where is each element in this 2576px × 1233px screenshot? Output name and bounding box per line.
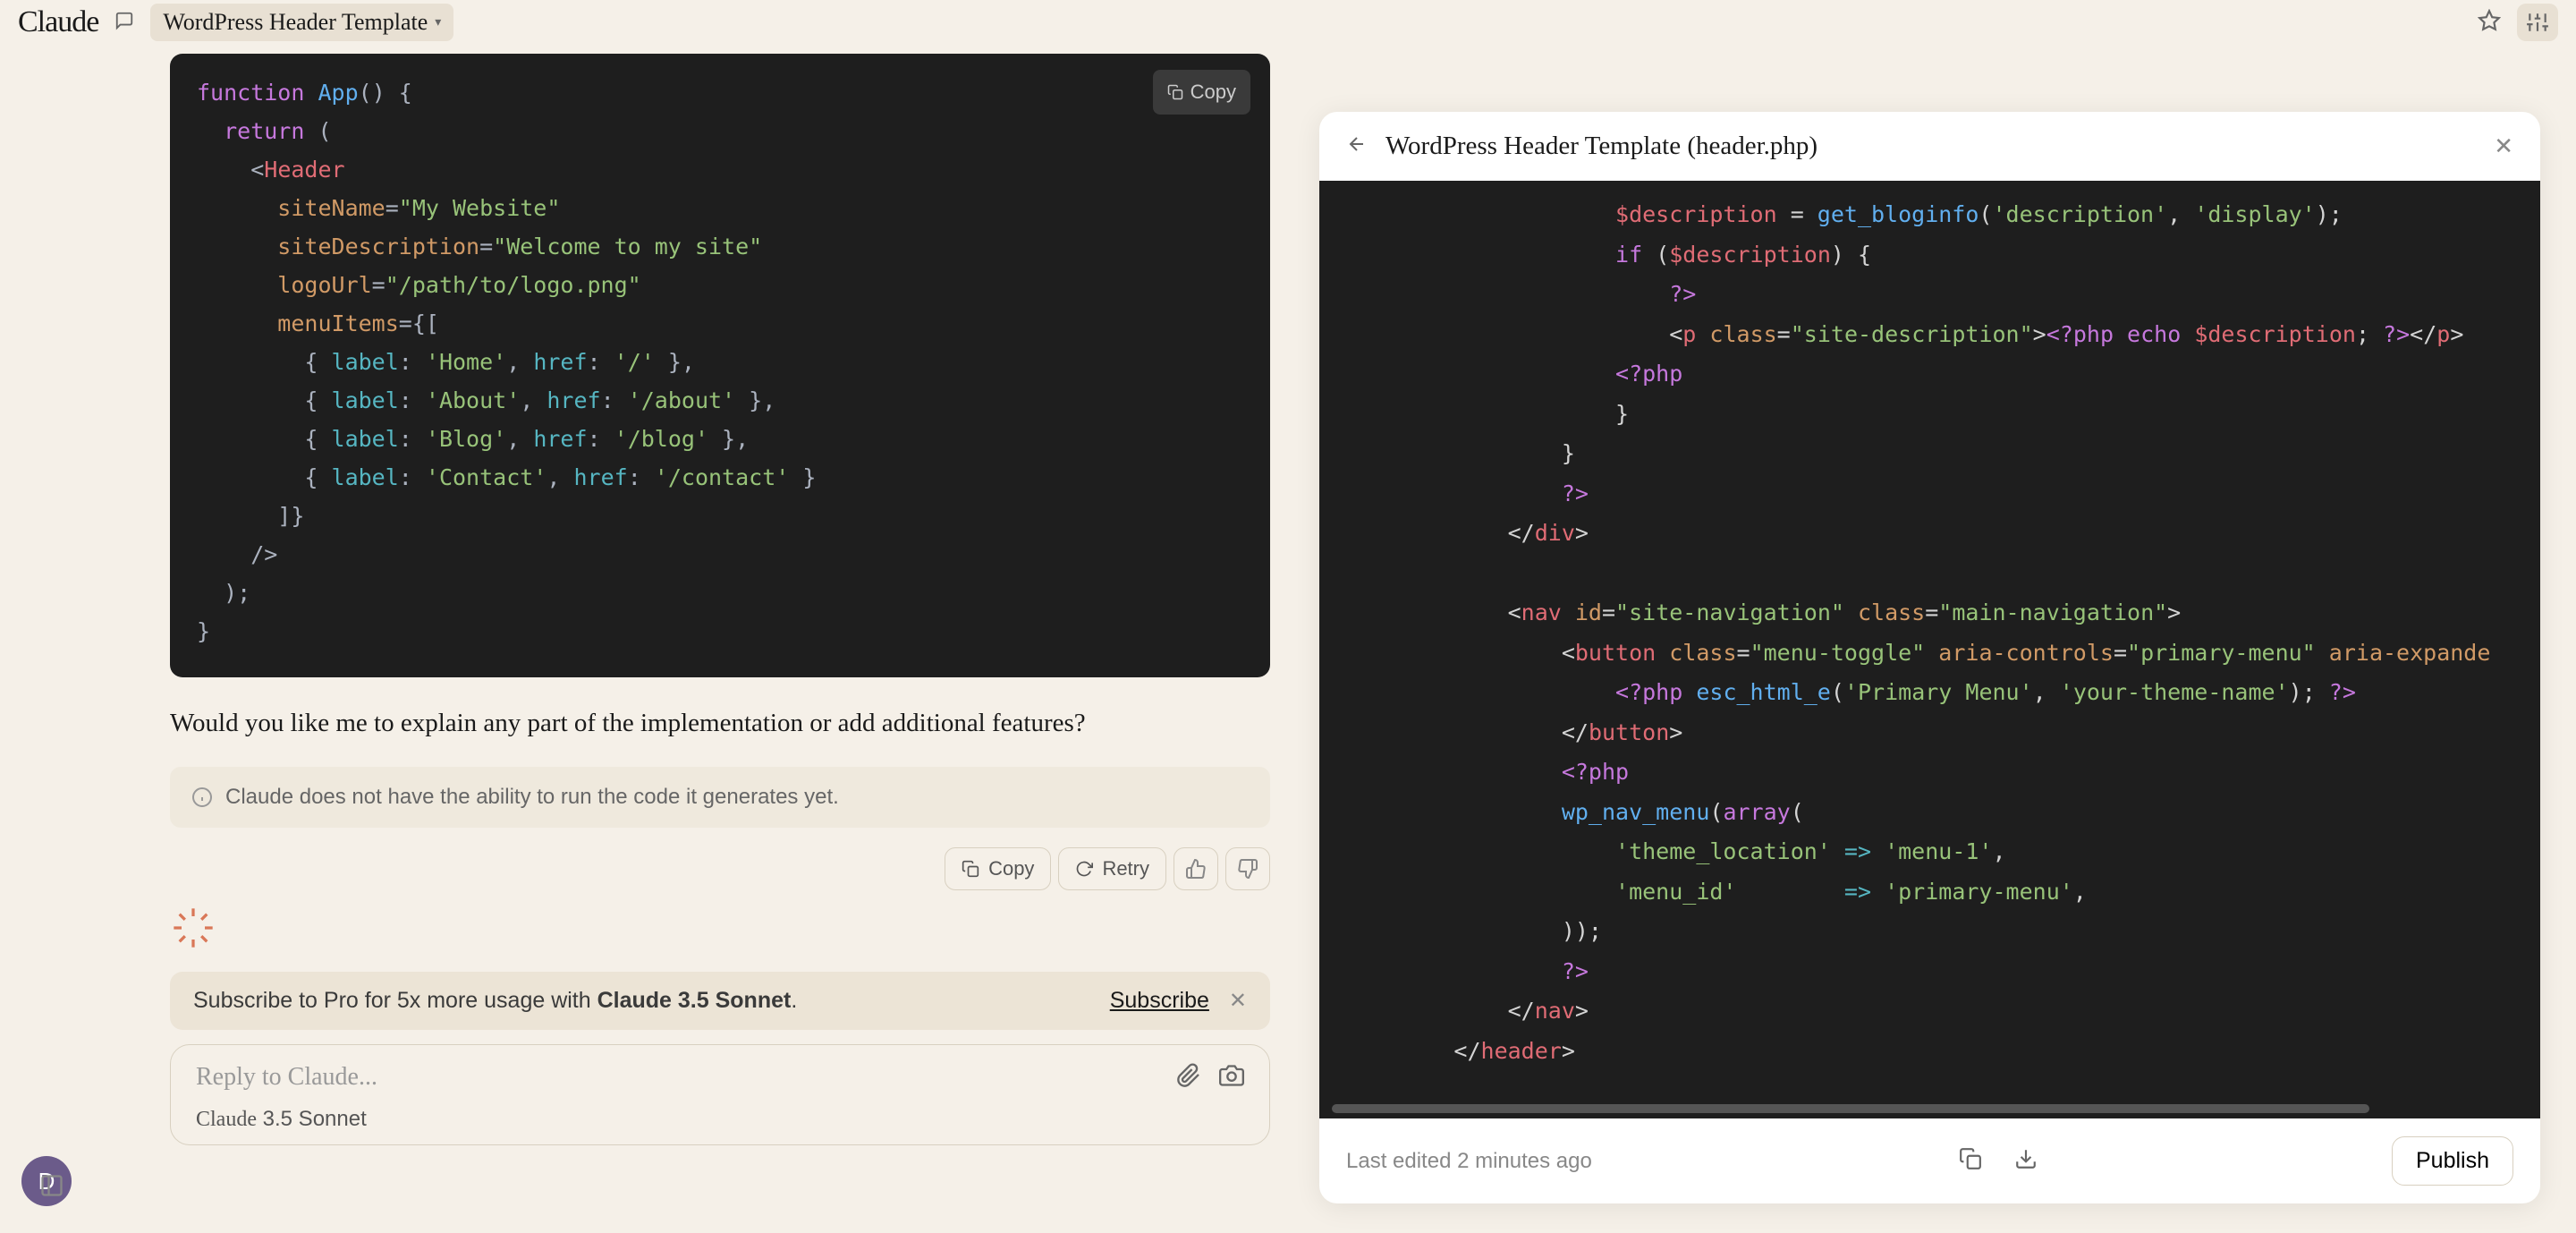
reply-input-container[interactable]: Reply to Claude... Claude 3.5 Sonnet xyxy=(170,1044,1270,1145)
info-icon xyxy=(191,787,213,808)
thumbs-up-button[interactable] xyxy=(1174,847,1218,890)
sidebar-toggle-icon[interactable] xyxy=(39,1173,64,1203)
thumbs-down-button[interactable] xyxy=(1225,847,1270,890)
close-icon[interactable]: ✕ xyxy=(1229,988,1247,1014)
subscribe-link[interactable]: Subscribe xyxy=(1110,988,1209,1014)
chevron-down-icon: ▾ xyxy=(435,15,441,30)
info-text: Claude does not have the ability to run … xyxy=(225,785,839,810)
reply-input[interactable]: Reply to Claude... xyxy=(196,1063,1176,1092)
back-icon[interactable] xyxy=(1346,133,1368,159)
assistant-followup: Would you like me to explain any part of… xyxy=(170,704,1270,744)
code-block: Copy function App() { return ( <Header s… xyxy=(170,54,1270,677)
copy-label: Copy xyxy=(1191,75,1236,109)
publish-button[interactable]: Publish xyxy=(2392,1136,2513,1186)
copy-button[interactable]: Copy xyxy=(1153,70,1250,115)
settings-icon[interactable] xyxy=(2517,4,2558,41)
copy-icon xyxy=(962,860,979,878)
artifact-title: WordPress Header Template (header.php) xyxy=(1385,132,1818,161)
app-logo[interactable]: Claude xyxy=(18,5,98,39)
star-icon[interactable] xyxy=(2478,9,2501,37)
thumbs-down-icon xyxy=(1237,858,1258,880)
retry-icon xyxy=(1075,860,1093,878)
subscribe-message: Subscribe to Pro for 5x more usage with … xyxy=(193,988,797,1014)
artifact-code[interactable]: $description = get_bloginfo('description… xyxy=(1319,181,2540,1118)
camera-icon[interactable] xyxy=(1219,1063,1244,1093)
attach-icon[interactable] xyxy=(1176,1063,1201,1093)
close-icon[interactable]: ✕ xyxy=(2494,132,2513,160)
subscribe-banner: Subscribe to Pro for 5x more usage with … xyxy=(170,972,1270,1030)
copy-response-button[interactable]: Copy xyxy=(945,847,1051,890)
retry-label: Retry xyxy=(1102,857,1149,880)
loading-indicator xyxy=(170,905,1270,956)
document-title[interactable]: WordPress Header Template ▾ xyxy=(150,4,453,41)
sparkle-icon xyxy=(170,905,216,951)
document-title-text: WordPress Header Template xyxy=(163,9,428,36)
copy-artifact-icon[interactable] xyxy=(1946,1147,1982,1175)
artifact-panel: WordPress Header Template (header.php) ✕… xyxy=(1319,112,2540,1203)
retry-button[interactable]: Retry xyxy=(1058,847,1166,890)
download-icon[interactable] xyxy=(2002,1147,2038,1175)
horizontal-scrollbar[interactable] xyxy=(1332,1104,2369,1113)
code-content: function App() { return ( <Header siteNa… xyxy=(197,73,1243,651)
last-edited: Last edited 2 minutes ago xyxy=(1346,1149,1592,1174)
info-banner: Claude does not have the ability to run … xyxy=(170,767,1270,828)
chat-icon[interactable] xyxy=(114,11,134,35)
model-indicator[interactable]: Claude 3.5 Sonnet xyxy=(196,1107,1244,1132)
copy-label: Copy xyxy=(988,857,1034,880)
thumbs-up-icon xyxy=(1185,858,1207,880)
artifact-code-content: $description = get_bloginfo('description… xyxy=(1346,195,2513,1071)
